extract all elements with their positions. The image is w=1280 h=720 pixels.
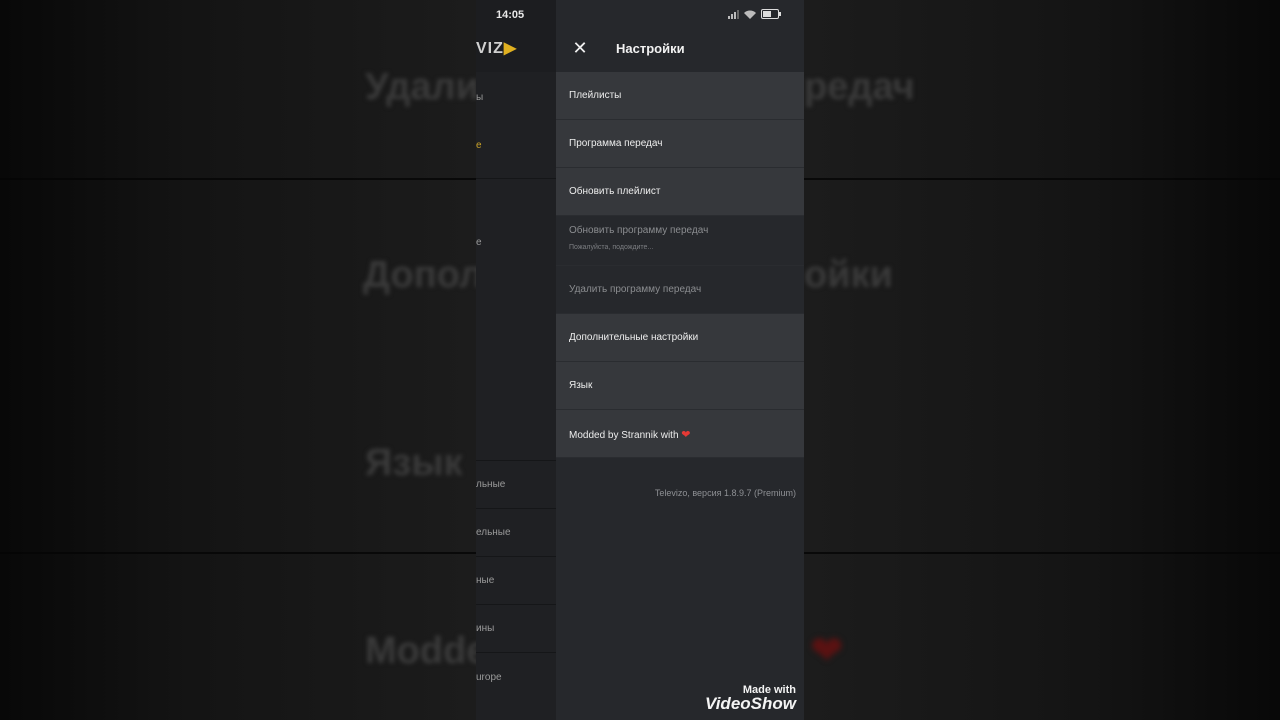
videoshow-watermark: Made with VideoShow xyxy=(705,684,796,714)
underlying-divider xyxy=(476,178,556,179)
heart-icon: ❤ xyxy=(681,429,691,441)
settings-item-playlists[interactable]: Плейлисты xyxy=(556,72,804,120)
background-left: Удали Допол Язык Modde xyxy=(0,0,476,720)
battery-level xyxy=(763,11,772,17)
underlying-menu-item: льные xyxy=(476,479,506,490)
underlying-divider xyxy=(476,604,556,605)
close-button[interactable]: ✕ xyxy=(570,38,590,58)
background-right: редач ойки ❤ xyxy=(804,0,1280,720)
watermark-line2: VideoShow xyxy=(705,694,796,713)
drawer-title: Настройки xyxy=(616,41,685,56)
background-divider xyxy=(804,178,1280,180)
background-text: Язык xyxy=(365,442,463,484)
underlying-divider xyxy=(476,556,556,557)
underlying-divider xyxy=(476,460,556,461)
battery-icon xyxy=(761,9,781,19)
background-text: Удали xyxy=(365,66,476,108)
phone-screen: VIZ▶ ы е е льные ельные ные ины urope ✕ … xyxy=(476,0,804,720)
settings-list: Плейлисты Программа передач Обновить пле… xyxy=(556,72,804,458)
background-divider xyxy=(804,552,1280,554)
underlying-menu-item: ные xyxy=(476,575,495,586)
settings-item-update-tv-guide: Обновить программу передач Пожалуйста, п… xyxy=(556,216,804,266)
settings-drawer: ✕ Настройки Плейлисты Программа передач … xyxy=(556,0,804,720)
app-version: Televizo, версия 1.8.9.7 (Premium) xyxy=(654,488,796,498)
settings-item-label: Обновить программу передач xyxy=(569,225,709,236)
app-logo: VIZ▶ xyxy=(476,40,518,57)
settings-item-label: Программа передач xyxy=(569,138,663,149)
underlying-screen: VIZ▶ ы е е льные ельные ные ины urope xyxy=(476,0,556,720)
settings-item-advanced[interactable]: Дополнительные настройки xyxy=(556,314,804,362)
settings-item-label: Язык xyxy=(569,380,593,391)
settings-item-label: Modded by Strannik with ❤ xyxy=(569,429,691,441)
background-text: ойки xyxy=(804,254,893,296)
underlying-menu-item: ельные xyxy=(476,527,511,538)
background-text: редач xyxy=(804,66,915,108)
settings-item-delete-tv-guide: Удалить программу передач xyxy=(556,266,804,314)
background-text: Modde xyxy=(365,630,476,672)
heart-icon: ❤ xyxy=(810,629,844,673)
wifi-icon xyxy=(744,10,756,19)
settings-item-label: Удалить программу передач xyxy=(569,284,702,295)
settings-item-modded-by[interactable]: Modded by Strannik with ❤ xyxy=(556,410,804,458)
close-icon: ✕ xyxy=(572,38,588,58)
underlying-menu-item: е xyxy=(476,237,482,248)
underlying-menu-item: urope xyxy=(476,672,502,683)
settings-item-label: Обновить плейлист xyxy=(569,186,661,197)
signal-icon xyxy=(728,9,739,19)
settings-item-label: Дополнительные настройки xyxy=(569,332,699,343)
status-icons xyxy=(728,9,781,19)
underlying-menu-item: ины xyxy=(476,623,495,634)
settings-item-sublabel: Пожалуйста, подождите... xyxy=(569,244,654,251)
drawer-header: ✕ Настройки xyxy=(556,24,804,72)
background-divider xyxy=(0,178,476,180)
settings-item-language[interactable]: Язык xyxy=(556,362,804,410)
underlying-divider xyxy=(476,508,556,509)
background-divider xyxy=(0,552,476,554)
underlying-menu-item: ы xyxy=(476,92,484,103)
settings-item-label: Плейлисты xyxy=(569,90,622,101)
settings-item-update-playlist[interactable]: Обновить плейлист xyxy=(556,168,804,216)
background-text: Допол xyxy=(363,254,476,296)
underlying-divider xyxy=(476,652,556,653)
settings-item-tv-guide[interactable]: Программа передач xyxy=(556,120,804,168)
underlying-menu-item: е xyxy=(476,140,482,151)
status-time: 14:05 xyxy=(496,9,525,21)
